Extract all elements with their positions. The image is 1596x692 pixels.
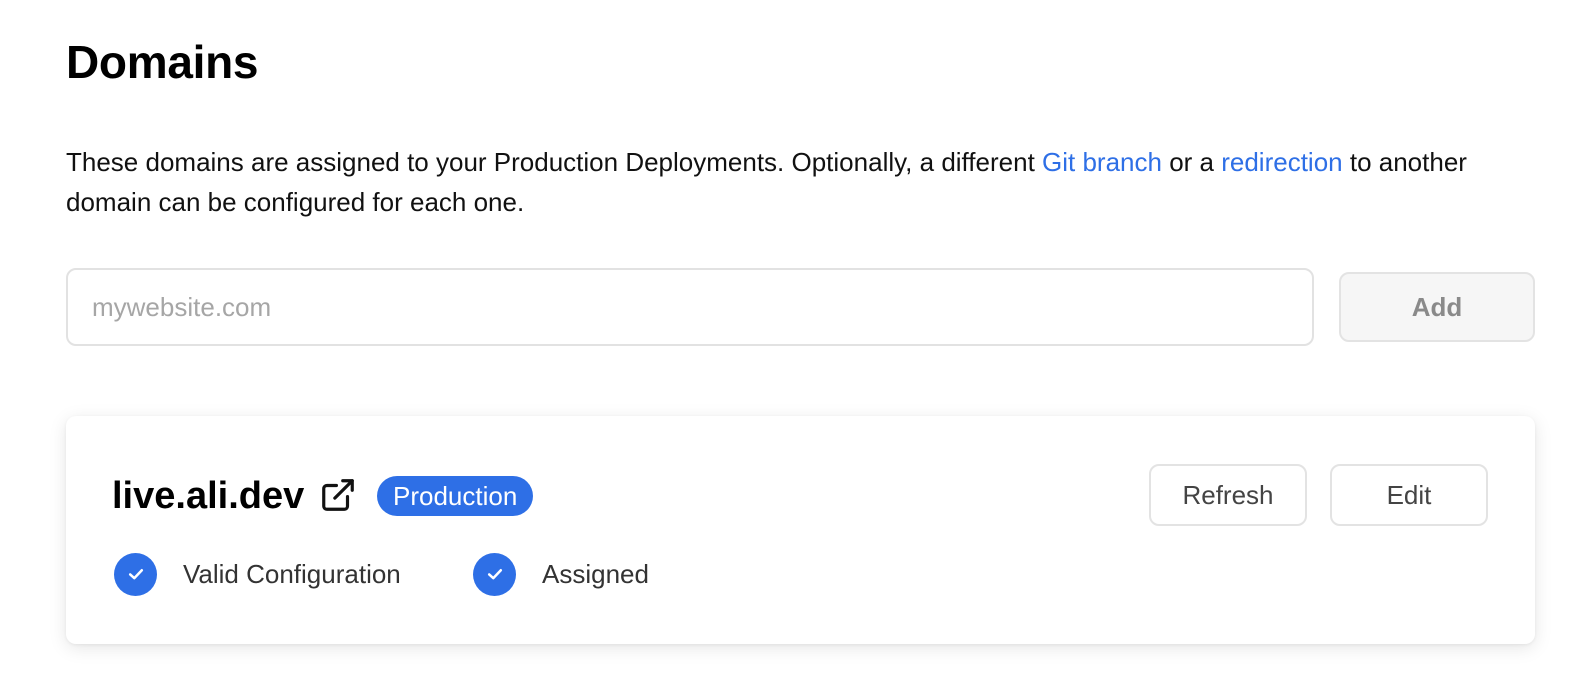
status-valid-configuration: Valid Configuration (114, 552, 401, 596)
edit-button[interactable]: Edit (1330, 464, 1488, 526)
check-circle-icon (473, 552, 516, 596)
external-link-icon[interactable] (319, 476, 357, 514)
refresh-button[interactable]: Refresh (1149, 464, 1307, 526)
domain-name-link[interactable]: live.ali.dev (112, 472, 304, 520)
page-title: Domains (66, 36, 259, 88)
description-text-middle: or a (1161, 147, 1222, 177)
status-assigned: Assigned (473, 552, 649, 596)
production-badge: Production (377, 476, 534, 516)
page-description: These domains are assigned to your Produ… (66, 142, 1536, 222)
git-branch-link[interactable]: Git branch (1042, 147, 1162, 177)
status-label: Valid Configuration (183, 558, 401, 589)
description-text-before: These domains are assigned to your Produ… (66, 147, 1043, 177)
status-label: Assigned (542, 558, 649, 589)
domain-input[interactable] (66, 268, 1314, 346)
add-domain-button[interactable]: Add (1339, 272, 1535, 342)
check-circle-icon (114, 552, 157, 596)
domain-card: live.ali.dev Production Refresh Edit Val… (66, 416, 1535, 644)
domains-page: Domains These domains are assigned to yo… (0, 0, 1596, 692)
redirection-link[interactable]: redirection (1221, 147, 1342, 177)
